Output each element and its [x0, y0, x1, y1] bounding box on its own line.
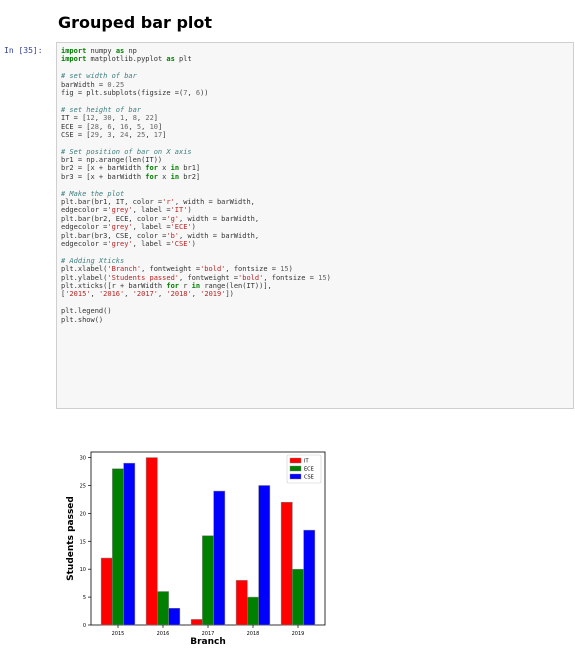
bar-cse-2016: [168, 608, 181, 626]
code-line: import numpy as np: [61, 47, 137, 55]
code-line: CSE = [29, 3, 24, 25, 17]: [61, 130, 167, 139]
x-axis-label: Branch: [190, 637, 226, 645]
code-line: barWidth = 0.25: [61, 80, 125, 89]
bar-ece-2015: [112, 468, 124, 626]
code-line: ECE = [28, 6, 16, 5, 10]: [61, 122, 163, 131]
plot-output: 0 5 10 15 20 25 30 2015 2016 2017 2018 2019 Branch St…: [60, 445, 335, 649]
legend-label-cse: CSE: [304, 475, 314, 481]
y-tick-label: 20: [80, 511, 86, 517]
code-line: br2 = [x + barWidth for x in br1]: [61, 164, 201, 173]
legend-swatch-ece: [289, 465, 302, 472]
bar-ece-2019: [292, 568, 304, 626]
x-tick-label: 2018: [247, 631, 260, 637]
bar-cse-2019: [303, 529, 316, 626]
x-tick-label: 2015: [112, 631, 125, 637]
x-tick-label: 2019: [292, 631, 305, 637]
code-line: import matplotlib.pyplot as plt: [61, 55, 192, 64]
legend-swatch-it: [289, 457, 302, 464]
code-line: plt.bar(br2, ECE, color ='g', width = ba…: [61, 214, 260, 223]
bar-it-2019: [280, 501, 293, 626]
code-line: plt.legend(): [61, 307, 112, 316]
code-line: br3 = [x + barWidth for x in br2]: [61, 172, 201, 181]
code-line: fig = plt.subplots(figsize =(7, 6)): [61, 88, 209, 97]
code-line: # Adding Xticks: [61, 256, 125, 265]
y-tick-label: 25: [80, 483, 86, 489]
code-line: # Make the plot: [61, 189, 125, 198]
y-tick-label: 10: [80, 567, 86, 573]
cell-prompt: In [35]:: [4, 46, 43, 55]
code-line: # set width of bar: [61, 72, 137, 81]
legend-label-ece: ECE: [304, 467, 314, 473]
bar-it-2017: [190, 619, 203, 626]
bar-ece-2018: [247, 596, 259, 626]
code-line: plt.xticks([r + barWidth for r in range(…: [61, 281, 272, 290]
bar-cse-2017: [213, 490, 226, 626]
code-line: # set height of bar: [61, 105, 142, 114]
grouped-bar-chart: 0510152025302015 2016 2017 2018 2019BranchSt…: [66, 451, 326, 647]
bar-cse-2015: [123, 462, 136, 626]
y-tick-label: 0: [83, 623, 86, 629]
bar-it-2015: [100, 557, 113, 626]
code-line: plt.bar(br1, IT, color ='r', width = bar…: [61, 198, 255, 207]
code-line: plt.ylabel('Students passed', fontweight…: [61, 273, 331, 282]
code-line: plt.show(): [61, 315, 104, 324]
y-tick-label: 15: [80, 539, 86, 545]
code-line: br1 = np.arange(len(IT)): [61, 156, 163, 165]
code-line: ['2015', '2016', '2017', '2018', '2019']…: [61, 290, 234, 299]
bar-it-2018: [235, 580, 248, 626]
code-line: # Set position of bar on X axis: [61, 147, 192, 156]
code-line: edgecolor ='grey', label ='CSE'): [61, 239, 196, 248]
bar-ece-2016: [157, 591, 169, 626]
code-line: edgecolor ='grey', label ='ECE'): [61, 223, 196, 232]
page-title: Grouped bar plot: [58, 13, 213, 32]
bar-ece-2017: [202, 535, 214, 626]
y-axis-label: Students passed: [66, 496, 76, 581]
y-tick-label: 30: [80, 456, 86, 462]
code-line: plt.bar(br3, CSE, color ='b', width = ba…: [61, 231, 260, 240]
legend-swatch-cse: [289, 473, 302, 480]
bar-cse-2018: [258, 485, 271, 626]
code-line: edgecolor ='grey', label ='IT'): [61, 206, 192, 215]
y-tick-label: 5: [83, 595, 86, 601]
x-tick-label: 2016: [157, 631, 170, 637]
code-line: plt.xlabel('Branch', fontweight ='bold',…: [61, 265, 293, 274]
code-line: IT = [12, 30, 1, 8, 22]: [61, 114, 159, 123]
code-cell[interactable]: import numpy as np import matplotlib.pypl…: [56, 42, 574, 409]
bar-it-2016: [145, 457, 158, 626]
